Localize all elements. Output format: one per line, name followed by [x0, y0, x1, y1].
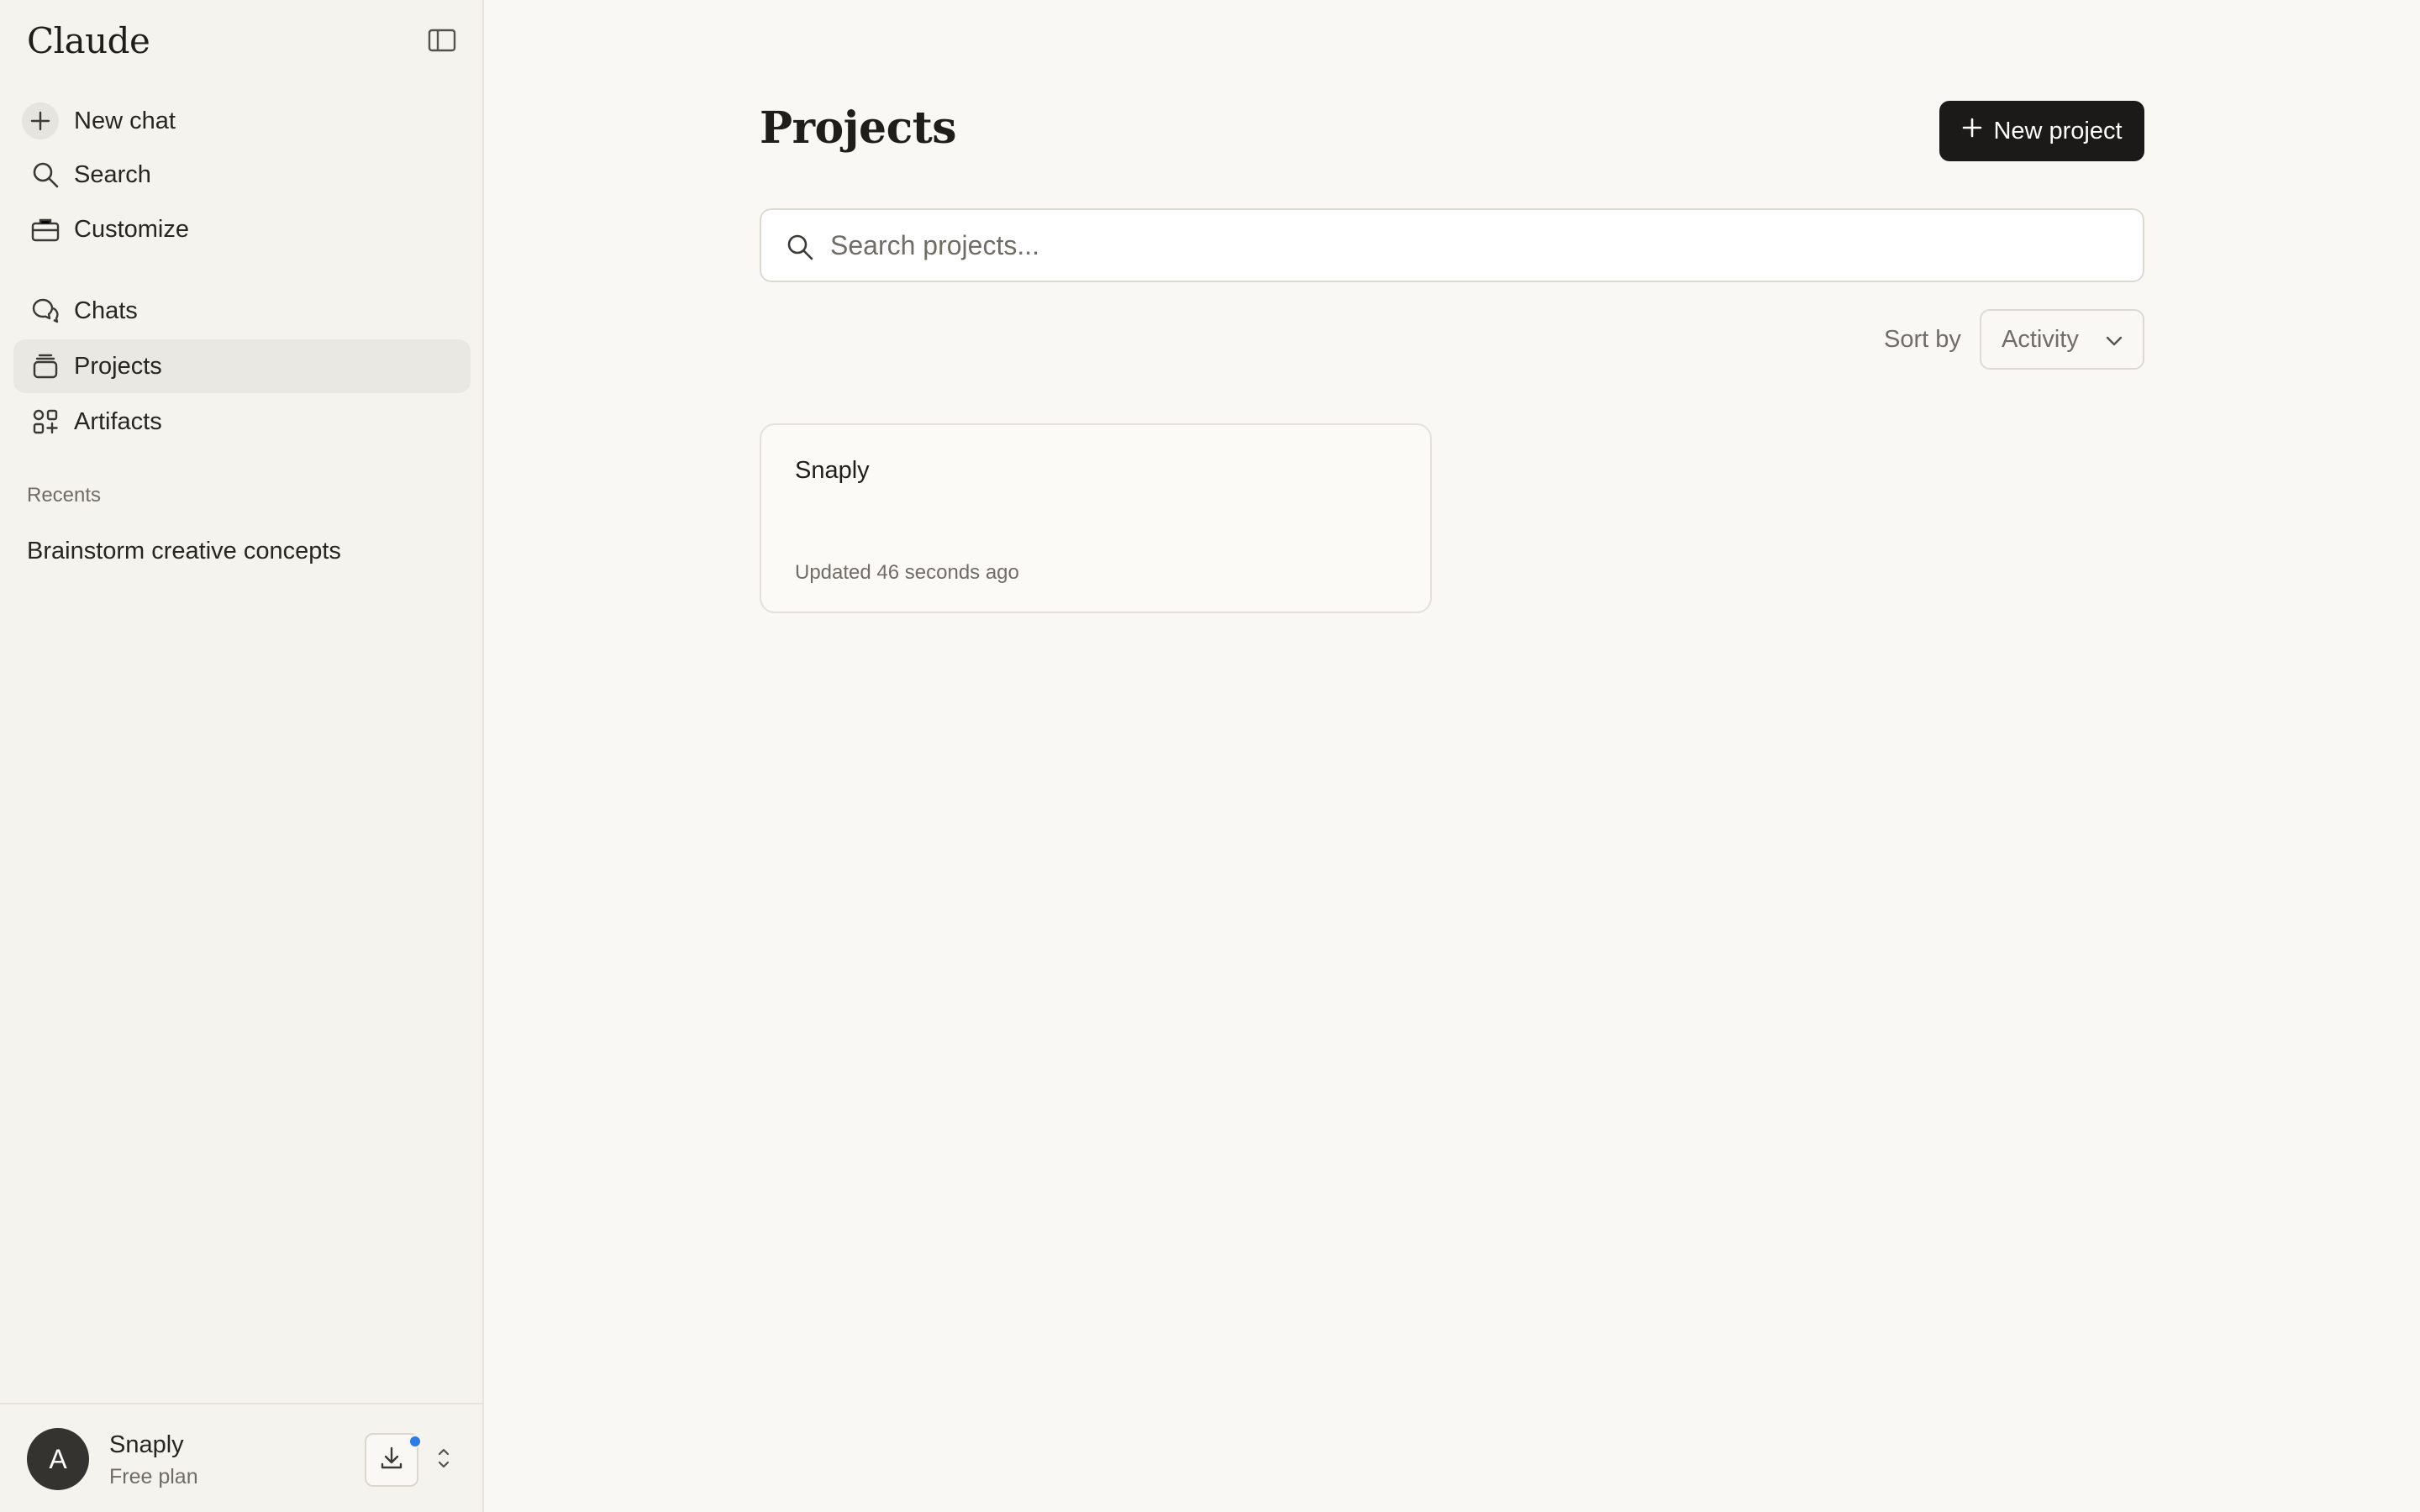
- expand-user-menu-button[interactable]: [432, 1441, 455, 1478]
- plus-icon: [1961, 117, 1983, 145]
- sort-label: Sort by: [1884, 326, 1961, 353]
- sidebar-item-label: Search: [74, 160, 151, 188]
- sort-dropdown[interactable]: Activity: [1980, 309, 2144, 370]
- user-menu[interactable]: A Snaply Free plan: [0, 1403, 482, 1512]
- recent-chat-item[interactable]: Brainstorm creative concepts: [13, 526, 471, 576]
- chevron-down-icon: [2104, 331, 2124, 355]
- main-content: Projects New project Sort by Activity Sn…: [484, 0, 2420, 1512]
- search-projects-box[interactable]: [760, 208, 2144, 282]
- chevron-up-down-icon: [436, 1446, 451, 1475]
- avatar[interactable]: A: [27, 1428, 89, 1490]
- search-projects-input[interactable]: [830, 210, 2124, 281]
- sidebar-toggle-icon[interactable]: [425, 27, 459, 54]
- new-chat-button[interactable]: New chat: [13, 94, 471, 148]
- sidebar-item-customize[interactable]: Customize: [13, 202, 471, 256]
- sidebar-item-search[interactable]: Search: [13, 148, 471, 202]
- search-icon: [25, 155, 66, 195]
- sidebar: Claude New chat Search Customize Chats P…: [0, 0, 484, 1512]
- search-icon: [783, 230, 817, 264]
- user-name: Snaply: [109, 1431, 184, 1458]
- briefcase-icon: [25, 209, 66, 249]
- project-card[interactable]: Snaply Updated 46 seconds ago: [760, 423, 1432, 613]
- recents-heading: Recents: [27, 484, 102, 507]
- new-chat-label: New chat: [74, 107, 176, 134]
- plus-icon: [22, 102, 59, 139]
- new-project-label: New project: [1993, 117, 2123, 144]
- sidebar-item-label: Customize: [74, 215, 189, 243]
- user-plan: Free plan: [109, 1465, 198, 1488]
- project-updated: Updated 46 seconds ago: [795, 561, 1019, 584]
- sidebar-item-label: Projects: [74, 352, 162, 380]
- download-icon: [379, 1446, 404, 1475]
- project-name: Snaply: [795, 457, 870, 484]
- folder-stack-icon: [25, 346, 66, 386]
- notification-dot: [408, 1435, 422, 1448]
- sidebar-item-label: Artifacts: [74, 407, 162, 435]
- sidebar-item-projects[interactable]: Projects: [13, 339, 471, 393]
- chat-bubbles-icon: [25, 291, 66, 331]
- shapes-icon: [25, 402, 66, 442]
- sidebar-item-artifacts[interactable]: Artifacts: [13, 395, 471, 449]
- sidebar-item-label: Chats: [74, 297, 138, 324]
- page-title: Projects: [760, 102, 957, 154]
- sort-value: Activity: [2002, 325, 2079, 353]
- sidebar-item-chats[interactable]: Chats: [13, 284, 471, 338]
- new-project-button[interactable]: New project: [1939, 101, 2144, 161]
- app-logo[interactable]: Claude: [27, 20, 150, 61]
- app-window: Claude New chat Search Customize Chats P…: [0, 0, 2420, 1512]
